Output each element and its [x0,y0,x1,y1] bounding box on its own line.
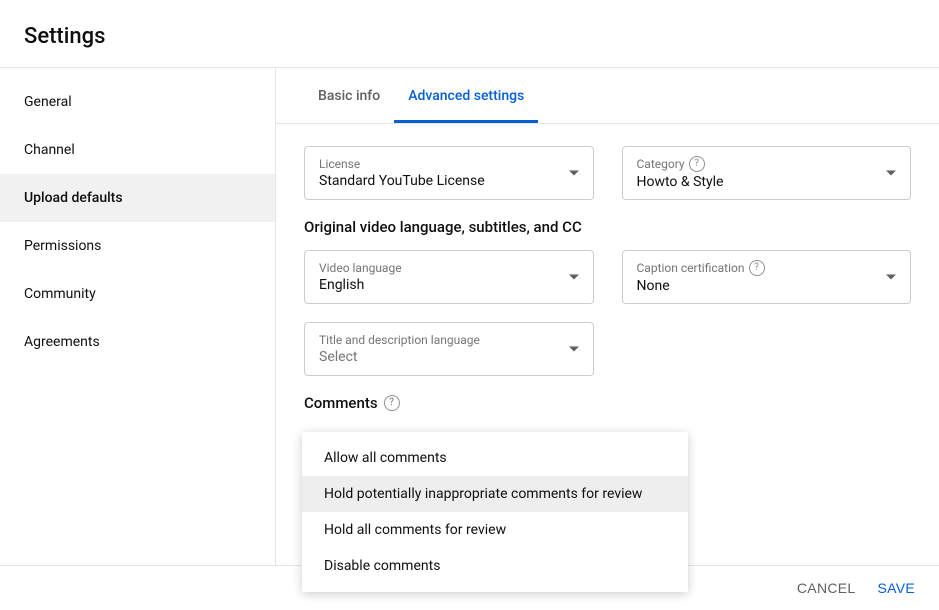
comments-option-hold-inappropriate[interactable]: Hold potentially inappropriate comments … [302,476,688,512]
category-label: Category ? [637,156,899,172]
tab-advanced-settings[interactable]: Advanced settings [394,68,538,123]
chevron-down-icon [569,171,579,176]
tabs: Basic info Advanced settings [276,68,939,124]
section-language: Original video language, subtitles, and … [304,218,911,236]
license-field[interactable]: License Standard YouTube License [304,146,594,200]
section-comments: Comments ? [304,394,911,412]
comments-option-hold-all[interactable]: Hold all comments for review [302,512,688,548]
page-title: Settings [24,24,939,49]
title-desc-language-field[interactable]: Title and description language Select [304,322,594,376]
caption-certification-field[interactable]: Caption certification ? None [622,250,912,304]
header: Settings [0,0,939,68]
video-language-label: Video language [319,261,581,275]
license-value: Standard YouTube License [319,173,581,189]
sidebar-item-upload-defaults[interactable]: Upload defaults [0,174,275,222]
sidebar: General Channel Upload defaults Permissi… [0,68,276,610]
content: License Standard YouTube License Categor… [276,124,939,448]
chevron-down-icon [569,275,579,280]
comments-option-disable[interactable]: Disable comments [302,548,688,584]
license-label: License [319,157,581,171]
title-desc-language-label: Title and description language [319,333,581,347]
chevron-down-icon [886,275,896,280]
chevron-down-icon [886,171,896,176]
tab-basic-info[interactable]: Basic info [304,68,394,123]
row-license-category: License Standard YouTube License Categor… [304,146,911,200]
cancel-button[interactable]: CANCEL [797,580,856,596]
category-field[interactable]: Category ? Howto & Style [622,146,912,200]
row-language-caption: Video language English Caption certifica… [304,250,911,304]
caption-certification-value: None [637,278,899,294]
category-value: Howto & Style [637,174,899,190]
help-icon[interactable]: ? [749,260,765,276]
caption-certification-label: Caption certification ? [637,260,899,276]
sidebar-item-channel[interactable]: Channel [0,126,275,174]
sidebar-item-community[interactable]: Community [0,270,275,318]
chevron-down-icon [569,347,579,352]
row-title-desc-lang: Title and description language Select [304,322,911,376]
sidebar-item-general[interactable]: General [0,78,275,126]
sidebar-item-permissions[interactable]: Permissions [0,222,275,270]
help-icon[interactable]: ? [384,395,400,411]
comments-option-allow-all[interactable]: Allow all comments [302,440,688,476]
help-icon[interactable]: ? [689,156,705,172]
sidebar-item-agreements[interactable]: Agreements [0,318,275,366]
video-language-field[interactable]: Video language English [304,250,594,304]
comments-dropdown: Allow all comments Hold potentially inap… [302,432,688,592]
video-language-value: English [319,277,581,293]
save-button[interactable]: SAVE [877,580,915,596]
title-desc-language-value: Select [319,349,581,365]
